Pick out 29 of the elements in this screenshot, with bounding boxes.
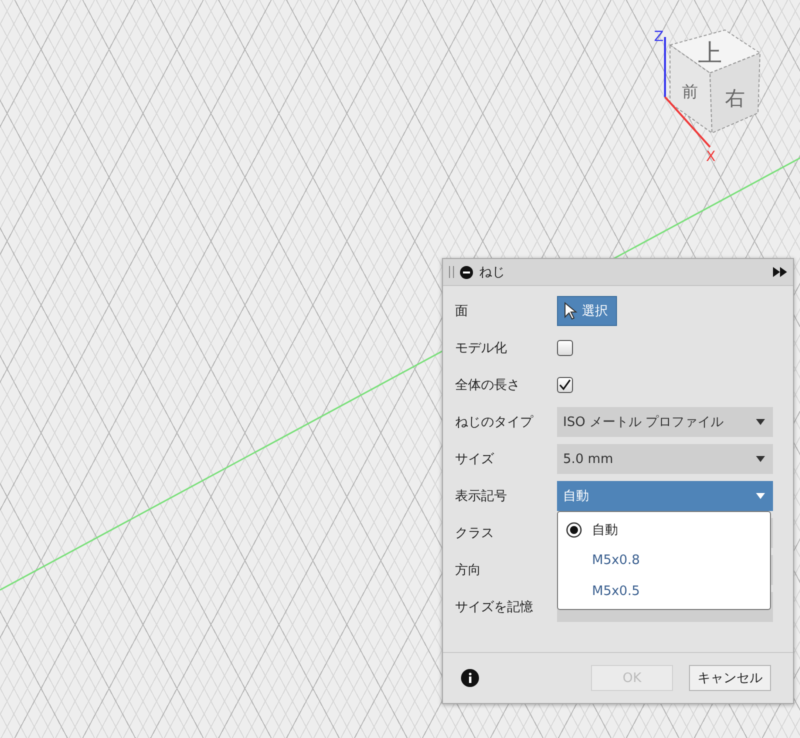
cursor-arrow-icon [564,302,578,320]
dropdown[interactable]: 自動 [557,481,773,511]
field-label: 面 [455,303,469,320]
menu-option[interactable]: M5x0.5 [558,576,770,607]
menu-option[interactable]: M5x0.8 [558,545,770,576]
cancel-button[interactable]: キャンセル [689,665,771,691]
field-label: 全体の長さ [455,377,521,394]
dialog-title: ねじ [479,264,506,281]
menu-option[interactable]: 自動 [558,514,770,545]
field-label: モデル化 [455,340,508,357]
caret-icon [756,456,765,462]
field-label: 表示記号 [455,488,508,505]
select-button[interactable]: 選択 [557,296,617,326]
dropdown[interactable]: 5.0 mm [557,444,773,474]
radio-icon [566,522,582,538]
info-icon[interactable] [461,669,479,687]
caret-icon [756,493,765,499]
field-label: サイズを記憶 [455,599,534,616]
field-label: 方向 [455,562,482,579]
double-arrow-icon[interactable] [773,267,787,277]
field-label: ねじのタイプ [455,414,534,431]
checkbox[interactable] [557,340,573,356]
checkbox[interactable] [557,377,573,393]
view-cube-drawing: 上 前 右 Z X [640,25,770,165]
minus-circle-icon [460,266,473,278]
field-label: クラス [455,525,495,542]
dropdown[interactable]: ISO メートル プロファイル [557,407,773,437]
caret-icon [756,419,765,425]
field-label: サイズ [455,451,495,468]
